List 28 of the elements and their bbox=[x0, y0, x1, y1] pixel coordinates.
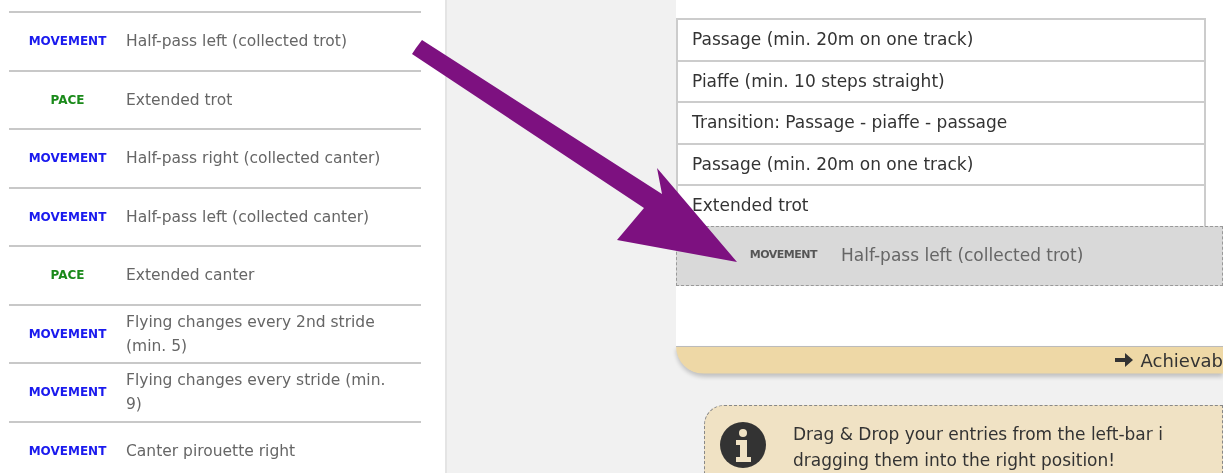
category-tag: PACE bbox=[9, 90, 126, 109]
category-tag: MOVEMENT bbox=[9, 149, 126, 168]
exercise-label[interactable]: Half-pass left (collected canter) bbox=[126, 204, 370, 229]
info-icon bbox=[719, 420, 767, 469]
exercise-label[interactable]: Extended trot bbox=[126, 87, 233, 112]
category-tag: MOVEMENT bbox=[677, 247, 841, 264]
exercise-label[interactable]: Flying changes every 2nd stride (min. 5) bbox=[126, 309, 396, 358]
exercise-label[interactable]: Canter pirouette right bbox=[126, 438, 296, 463]
exercise-label[interactable]: Half-pass right (collected canter) bbox=[126, 146, 381, 171]
arrow-right-icon bbox=[1114, 353, 1133, 367]
sequence-item[interactable]: Passage (min. 20m on one track) bbox=[692, 27, 974, 53]
info-text: Drag & Drop your entries from the left-bar i bbox=[793, 422, 1163, 446]
sequence-item[interactable]: Extended trot bbox=[692, 193, 809, 219]
category-tag: MOVEMENT bbox=[9, 324, 126, 343]
exercise-label: Half-pass left (collected trot) bbox=[841, 243, 1084, 267]
sequence-item[interactable]: Transition: Passage - piaffe - passage bbox=[692, 110, 1008, 136]
category-tag: MOVEMENT bbox=[9, 441, 126, 460]
category-tag: MOVEMENT bbox=[9, 32, 126, 51]
sequence-item[interactable]: Passage (min. 20m on one track) bbox=[692, 151, 974, 177]
category-tag: MOVEMENT bbox=[9, 383, 126, 402]
exercise-label[interactable]: Flying changes every stride (min. 9) bbox=[126, 368, 396, 417]
sequence-item[interactable]: Piaffe (min. 10 steps straight) bbox=[692, 68, 945, 94]
category-tag: MOVEMENT bbox=[9, 207, 126, 226]
info-text: dragging them into the right position! bbox=[793, 448, 1117, 472]
exercise-label[interactable]: Extended canter bbox=[126, 263, 255, 288]
exercise-label[interactable]: Half-pass left (collected trot) bbox=[126, 29, 347, 54]
category-tag: PACE bbox=[9, 266, 126, 285]
footer-text: Achievab bbox=[1140, 348, 1223, 373]
